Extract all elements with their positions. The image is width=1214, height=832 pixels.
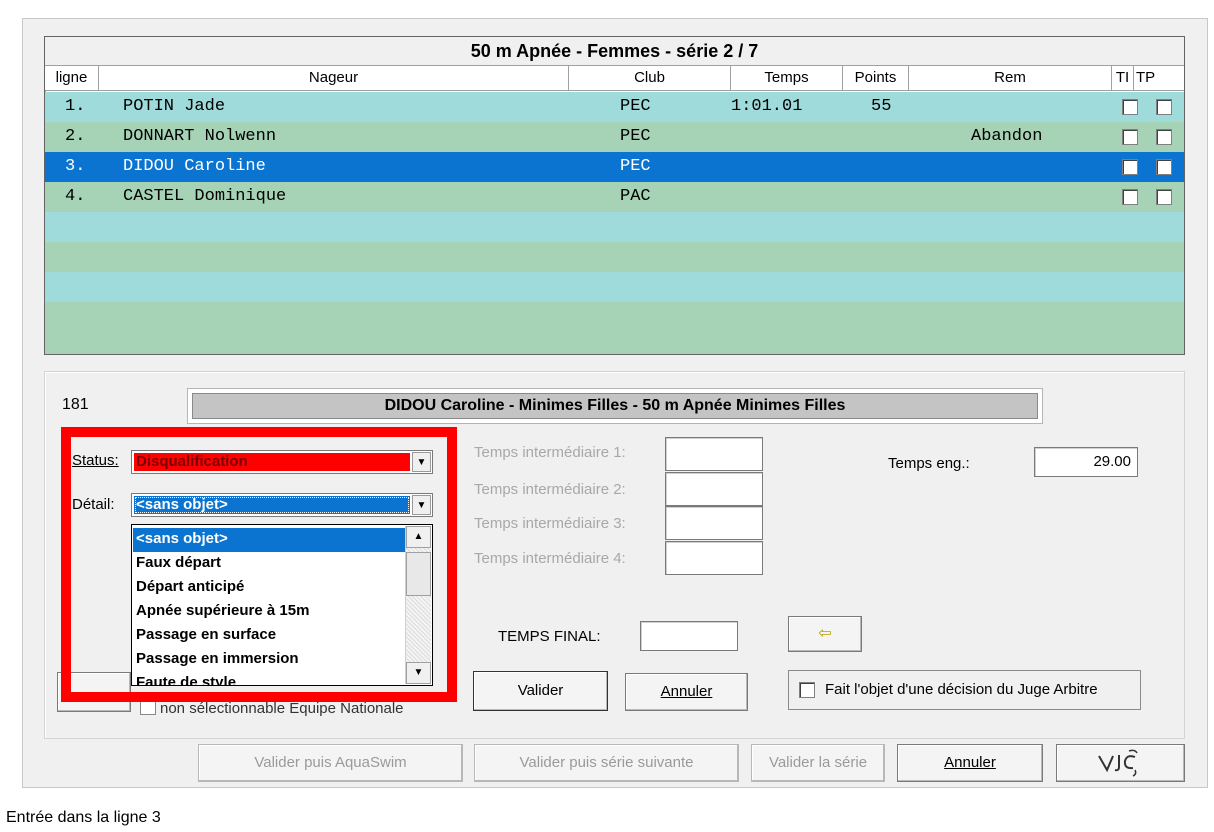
dropdown-option[interactable]: Apnée supérieure à 15m [133,600,405,624]
temps-eng-value: 29.00 [1034,447,1138,477]
annuler-button[interactable]: Annuler [625,673,748,711]
swimmer-title: DIDOU Caroline - Minimes Filles - 50 m A… [192,393,1038,419]
empty-row [45,212,1184,242]
temps-eng-label: Temps eng.: [888,455,970,472]
ti4-label: Temps intermédiaire 4: [474,550,626,567]
detail-label: Détail: [72,496,115,513]
non-selectionnable-text: non sélectionnable Equipe Nationale [160,700,404,717]
copy-time-arrow-button[interactable]: ⇦ [788,616,862,652]
ti1-input[interactable] [665,437,763,471]
table-row[interactable]: 4. CASTEL Dominique PAC [45,182,1184,212]
non-selectionnable-label: non sélectionnable Equipe Nationale [140,700,440,720]
arrow-left-icon: ⇦ [818,625,832,642]
vjc-logo-icon [1097,749,1138,777]
table-row[interactable]: 2. DONNART Nolwenn PEC Abandon [45,122,1184,152]
ti2-input[interactable] [665,472,763,506]
tp-checkbox[interactable] [1156,129,1172,145]
scroll-thumb[interactable] [406,552,431,596]
annuler-label: Annuler [660,683,713,700]
row-ligne: 4. [65,187,86,206]
detail-select[interactable]: <sans objet> ▼ [131,493,433,517]
non-selectionnable-checkbox[interactable] [140,701,156,715]
empty-row [45,242,1184,272]
row-club: PEC [620,157,651,176]
status-value: Disqualification [134,453,410,471]
ti3-input[interactable] [665,506,763,540]
valider-serie-suivante-button[interactable]: Valider puis série suivante [474,744,739,782]
row-points: 55 [871,97,892,116]
status-label-text: Status: [72,452,119,469]
row-club: PEC [620,127,651,146]
ti-checkbox[interactable] [1122,99,1138,115]
table-row-selected[interactable]: 3. DIDOU Caroline PEC [45,152,1184,182]
grid-header: ligne Nageur Club Temps Points Rem TI TP [45,66,1184,91]
chevron-down-icon[interactable]: ▼ [412,495,431,515]
valider-button[interactable]: Valider [473,671,608,711]
table-row[interactable]: 1. POTIN Jade PEC 1:01.01 55 [45,92,1184,122]
header-ti[interactable]: TI [1112,66,1134,91]
dropdown-option[interactable]: <sans objet> [133,528,405,552]
juge-arbitre-group[interactable]: Fait l'objet d'une décision du Juge Arbi… [788,670,1141,710]
row-rem: Abandon [971,127,1043,146]
swimmer-title-bar: DIDOU Caroline - Minimes Filles - 50 m A… [187,388,1043,424]
row-ligne: 2. [65,127,86,146]
valider-aquaswim-button[interactable]: Valider puis AquaSwim [198,744,463,782]
header-nageur[interactable]: Nageur [99,66,569,91]
row-nageur: DIDOU Caroline [123,157,266,176]
footer-annuler-button[interactable]: Annuler [897,744,1043,782]
ti-checkbox[interactable] [1122,159,1138,175]
status-select[interactable]: Disqualification ▼ [131,450,433,474]
status-bar: Entrée dans la ligne 3 [0,806,1214,832]
dropdown-option[interactable]: Passage en immersion [133,648,405,672]
empty-row [45,302,1184,354]
temps-final-label: TEMPS FINAL: [498,628,601,645]
header-club[interactable]: Club [569,66,731,91]
temps-final-input[interactable] [640,621,738,651]
juge-arbitre-checkbox[interactable] [799,682,815,698]
header-rem[interactable]: Rem [909,66,1112,91]
empty-row [45,272,1184,302]
row-club: PEC [620,97,651,116]
header-points[interactable]: Points [843,66,909,91]
ti4-input[interactable] [665,541,763,575]
dropdown-option[interactable]: Faux départ [133,552,405,576]
row-ligne: 1. [65,97,86,116]
chevron-down-icon[interactable]: ▼ [412,452,431,472]
dropdown-scrollbar[interactable]: ▲ ▼ [405,526,431,684]
valider-la-serie-button[interactable]: Valider la série [751,744,885,782]
row-nageur: CASTEL Dominique [123,187,287,206]
row-ligne: 3. [65,157,86,176]
scroll-down-icon[interactable]: ▼ [406,662,431,684]
tp-checkbox[interactable] [1156,189,1172,205]
row-club: PAC [620,187,651,206]
row-temps: 1:01.01 [731,97,803,116]
dropdown-option[interactable]: Passage en surface [133,624,405,648]
logo-button[interactable] [1056,744,1185,782]
juge-arbitre-label: Fait l'objet d'une décision du Juge Arbi… [825,681,1098,698]
ti3-label: Temps intermédiaire 3: [474,515,626,532]
status-label: Status: [72,452,119,469]
row-nageur: POTIN Jade [123,97,226,116]
detail-value: <sans objet> [134,496,410,514]
hidden-button[interactable] [57,672,131,712]
results-grid: 50 m Apnée - Femmes - série 2 / 7 ligne … [44,36,1185,355]
row-nageur: DONNART Nolwenn [123,127,277,146]
grid-title: 50 m Apnée - Femmes - série 2 / 7 [45,37,1184,66]
header-temps[interactable]: Temps [731,66,843,91]
header-ligne[interactable]: ligne [45,66,99,91]
detail-dropdown-list[interactable]: <sans objet> Faux départ Départ anticipé… [131,524,433,686]
ti-checkbox[interactable] [1122,129,1138,145]
ti2-label: Temps intermédiaire 2: [474,481,626,498]
ti1-label: Temps intermédiaire 1: [474,444,626,461]
footer-annuler-label: Annuler [944,754,996,771]
tp-checkbox[interactable] [1156,159,1172,175]
header-tp[interactable]: TP [1134,66,1184,91]
dropdown-option[interactable]: Départ anticipé [133,576,405,600]
scroll-up-icon[interactable]: ▲ [406,526,431,548]
ti-checkbox[interactable] [1122,189,1138,205]
swimmer-id: 181 [62,396,89,413]
dropdown-option[interactable]: Faute de style [133,672,405,685]
tp-checkbox[interactable] [1156,99,1172,115]
